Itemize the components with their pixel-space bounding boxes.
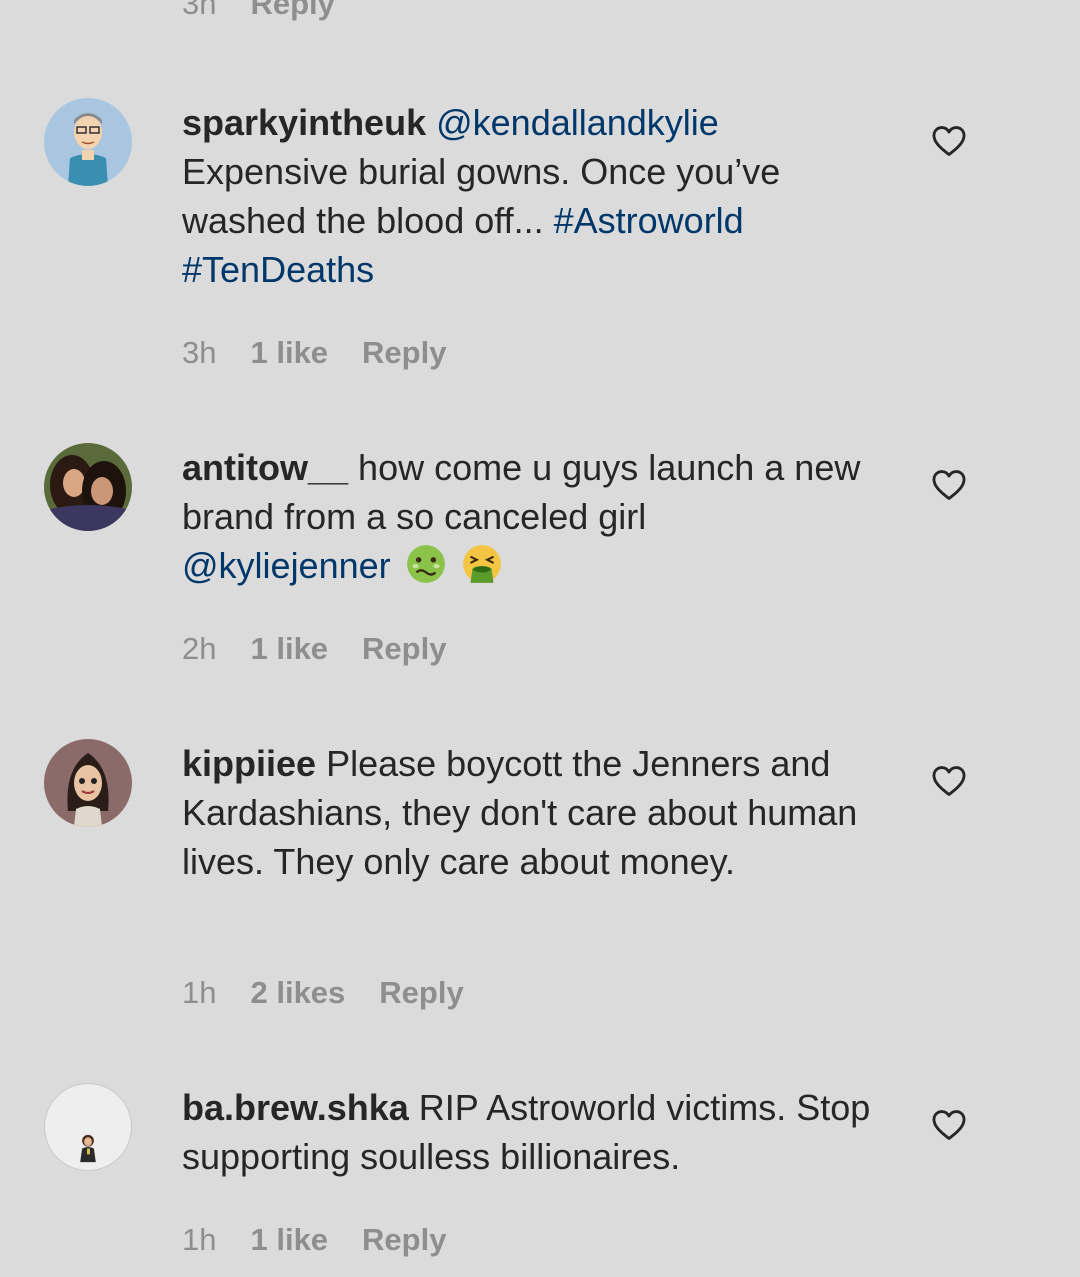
mention-link[interactable]: @kyliejenner (182, 545, 391, 586)
two-girls-photo-avatar-icon (44, 443, 132, 531)
comment-text: antitow__ how come u guys launch a new b… (182, 443, 902, 590)
nauseated-face-icon (406, 545, 445, 583)
reply-button[interactable]: Reply (362, 1222, 446, 1258)
vomiting-face-icon (462, 545, 501, 583)
likes-count[interactable]: 2 likes (250, 975, 345, 1011)
comment-time: 3h (182, 0, 217, 21)
hashtag-link[interactable]: #TenDeaths (182, 249, 374, 290)
small-figure-avatar-icon (45, 1084, 131, 1170)
heart-icon[interactable] (930, 762, 968, 800)
comment-meta-row: 1h 1 like Reply (182, 1222, 446, 1258)
comment-meta-row-partial: 3h Reply (182, 0, 335, 22)
comment-meta-row: 1h 2 likes Reply (182, 975, 464, 1011)
comment-username[interactable]: kippiiee (182, 743, 316, 784)
comment-time: 1h (182, 1222, 217, 1257)
avatar[interactable] (44, 443, 132, 531)
reply-button[interactable]: Reply (362, 335, 446, 371)
comment-text: kippiiee Please boycott the Jenners and … (182, 739, 902, 886)
comment-username[interactable]: sparkyintheuk (182, 102, 426, 143)
reply-button[interactable]: Reply (379, 975, 463, 1011)
mention-link[interactable]: @kendallandkylie (436, 102, 719, 143)
comment-meta-row: 2h 1 like Reply (182, 631, 446, 667)
likes-count[interactable]: 1 like (250, 631, 328, 667)
heart-icon[interactable] (930, 1106, 968, 1144)
avatar[interactable] (44, 98, 132, 186)
cartoon-man-avatar-icon (44, 98, 132, 186)
likes-count[interactable]: 1 like (250, 335, 328, 371)
hashtag-link[interactable]: #Astroworld (554, 200, 744, 241)
comment-meta-row: 3h 1 like Reply (182, 335, 446, 371)
comment-username[interactable]: antitow__ (182, 447, 348, 488)
comment-time: 1h (182, 975, 217, 1010)
comment-text: sparkyintheuk @kendallandkylie Expensive… (182, 98, 902, 294)
avatar[interactable] (44, 739, 132, 827)
cartoon-woman-avatar-icon (44, 739, 132, 827)
heart-icon[interactable] (930, 466, 968, 504)
avatar[interactable] (44, 1083, 132, 1171)
comment-username[interactable]: ba.brew.shka (182, 1087, 409, 1128)
reply-button[interactable]: Reply (362, 631, 446, 667)
comment-text: ba.brew.shka RIP Astroworld victims. Sto… (182, 1083, 902, 1181)
heart-icon[interactable] (930, 122, 968, 160)
reply-button[interactable]: Reply (250, 0, 334, 22)
comment-time: 3h (182, 335, 217, 370)
comment-time: 2h (182, 631, 217, 666)
likes-count[interactable]: 1 like (250, 1222, 328, 1258)
